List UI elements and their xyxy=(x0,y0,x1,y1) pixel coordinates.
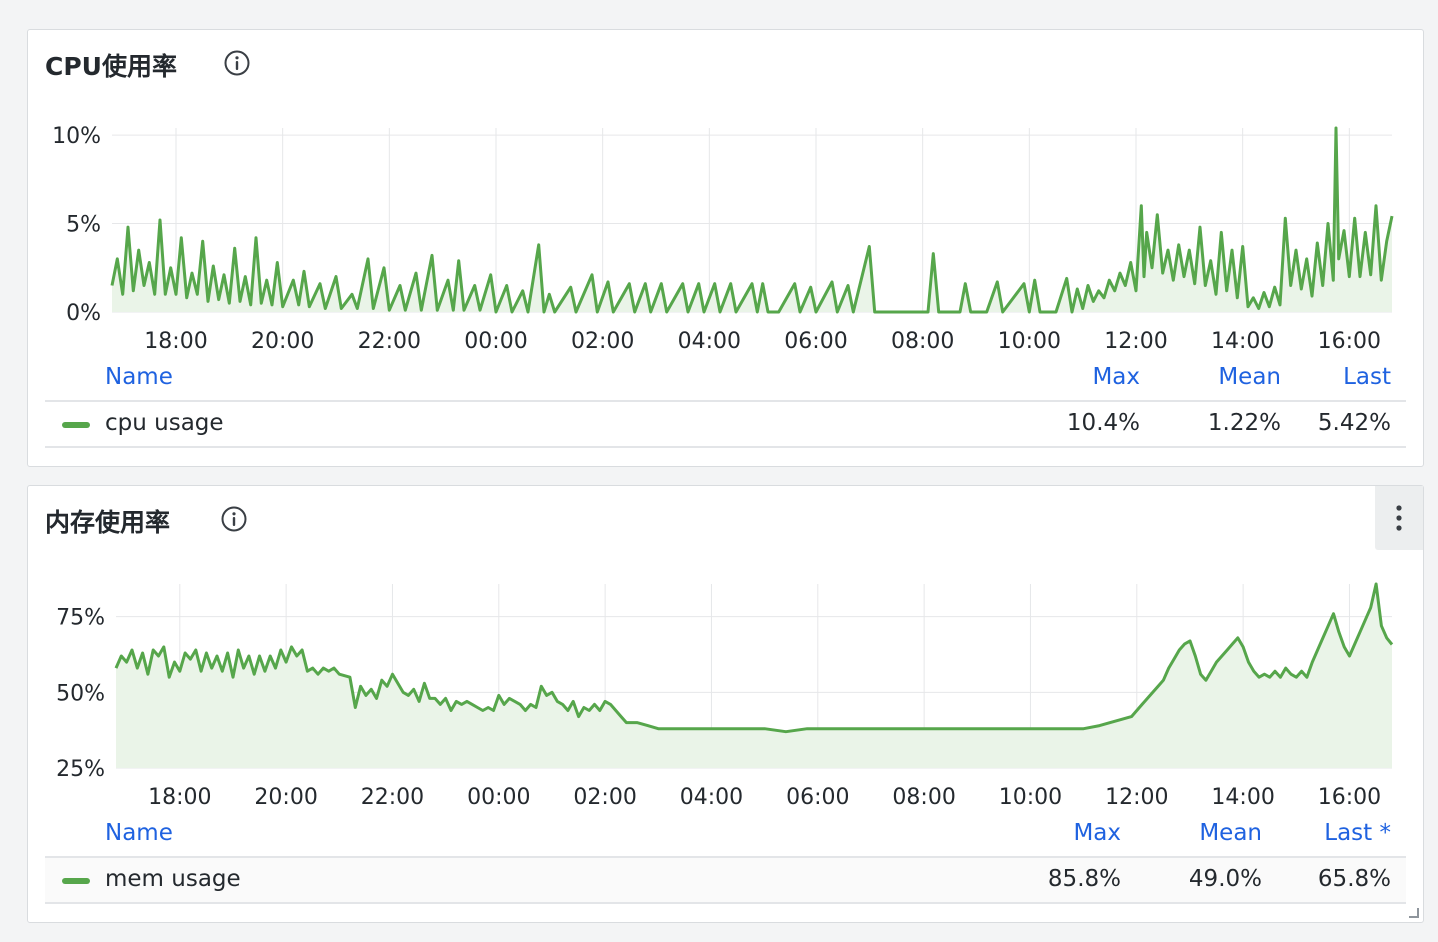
memory-usage-chart[interactable]: 18:00 20:00 22:00 00:00 02:00 04:00 06:00 08:00… xyxy=(28,486,1423,816)
x-tick-label: 18:00 xyxy=(144,329,207,354)
y-tick-label: 50% xyxy=(56,681,105,706)
x-tick-label: 00:00 xyxy=(467,785,530,810)
legend-header: Name Max Mean Last xyxy=(45,364,1406,392)
x-tick-label: 08:00 xyxy=(891,329,954,354)
x-tick-label: 08:00 xyxy=(892,785,955,810)
x-tick-label: 20:00 xyxy=(251,329,314,354)
x-tick-label: 18:00 xyxy=(148,785,211,810)
legend-value-max: 10.4% xyxy=(1066,410,1140,436)
cpu-usage-chart[interactable]: 18:00 20:00 22:00 00:00 02:00 04:00 06:00 08:00… xyxy=(28,30,1423,360)
x-tick-label: 14:00 xyxy=(1211,329,1274,354)
y-tick-label: 0% xyxy=(66,301,101,326)
series-color-swatch xyxy=(62,878,90,884)
x-tick-label: 06:00 xyxy=(784,329,847,354)
x-tick-label: 16:00 xyxy=(1318,785,1381,810)
x-tick-label: 04:00 xyxy=(680,785,743,810)
legend-value-mean: 1.22% xyxy=(1207,410,1281,436)
y-tick-label: 25% xyxy=(56,757,105,782)
x-tick-label: 02:00 xyxy=(573,785,636,810)
x-tick-label: 12:00 xyxy=(1105,785,1168,810)
legend-header-max[interactable]: Max xyxy=(1073,820,1121,846)
x-tick-label: 22:00 xyxy=(361,785,424,810)
legend-header-last[interactable]: Last xyxy=(1343,364,1391,390)
x-tick-label: 00:00 xyxy=(464,329,527,354)
memory-usage-panel: 内存使用率 18:00 20:00 22:00 00:00 02:00 04:00 06:0… xyxy=(27,485,1424,923)
legend-series-name[interactable]: mem usage xyxy=(105,866,241,892)
x-tick-label: 20:00 xyxy=(254,785,317,810)
legend-value-max: 85.8% xyxy=(1047,866,1121,892)
legend-header-mean[interactable]: Mean xyxy=(1199,820,1262,846)
legend-value-last: 65.8% xyxy=(1317,866,1391,892)
legend-series-name[interactable]: cpu usage xyxy=(105,410,224,436)
legend-header-max[interactable]: Max xyxy=(1092,364,1140,390)
y-tick-label: 10% xyxy=(52,124,101,149)
legend-header-last[interactable]: Last * xyxy=(1324,820,1391,846)
x-tick-label: 22:00 xyxy=(358,329,421,354)
panel-resize-handle[interactable] xyxy=(1409,908,1419,918)
legend-row-cpu-usage[interactable]: cpu usage 10.4% 1.22% 5.42% xyxy=(45,400,1406,448)
legend-row-mem-usage[interactable]: mem usage 85.8% 49.0% 65.8% xyxy=(45,856,1406,904)
x-tick-label: 10:00 xyxy=(999,785,1062,810)
legend-value-last: 5.42% xyxy=(1317,410,1391,436)
cpu-usage-panel: CPU使用率 18:00 20:00 22:00 00:00 02:00 04:00 06:… xyxy=(27,29,1424,467)
x-tick-label: 04:00 xyxy=(678,329,741,354)
legend-header-name[interactable]: Name xyxy=(105,820,173,846)
x-tick-label: 06:00 xyxy=(786,785,849,810)
x-tick-label: 02:00 xyxy=(571,329,634,354)
legend-value-mean: 49.0% xyxy=(1188,866,1262,892)
legend-header-mean[interactable]: Mean xyxy=(1218,364,1281,390)
x-tick-label: 16:00 xyxy=(1318,329,1381,354)
legend-header-name[interactable]: Name xyxy=(105,364,173,390)
x-tick-label: 14:00 xyxy=(1211,785,1274,810)
x-tick-label: 12:00 xyxy=(1104,329,1167,354)
y-tick-label: 75% xyxy=(56,606,105,631)
x-tick-label: 10:00 xyxy=(998,329,1061,354)
series-color-swatch xyxy=(62,422,90,428)
legend-header: Name Max Mean Last * xyxy=(45,820,1406,848)
y-tick-label: 5% xyxy=(66,213,101,238)
